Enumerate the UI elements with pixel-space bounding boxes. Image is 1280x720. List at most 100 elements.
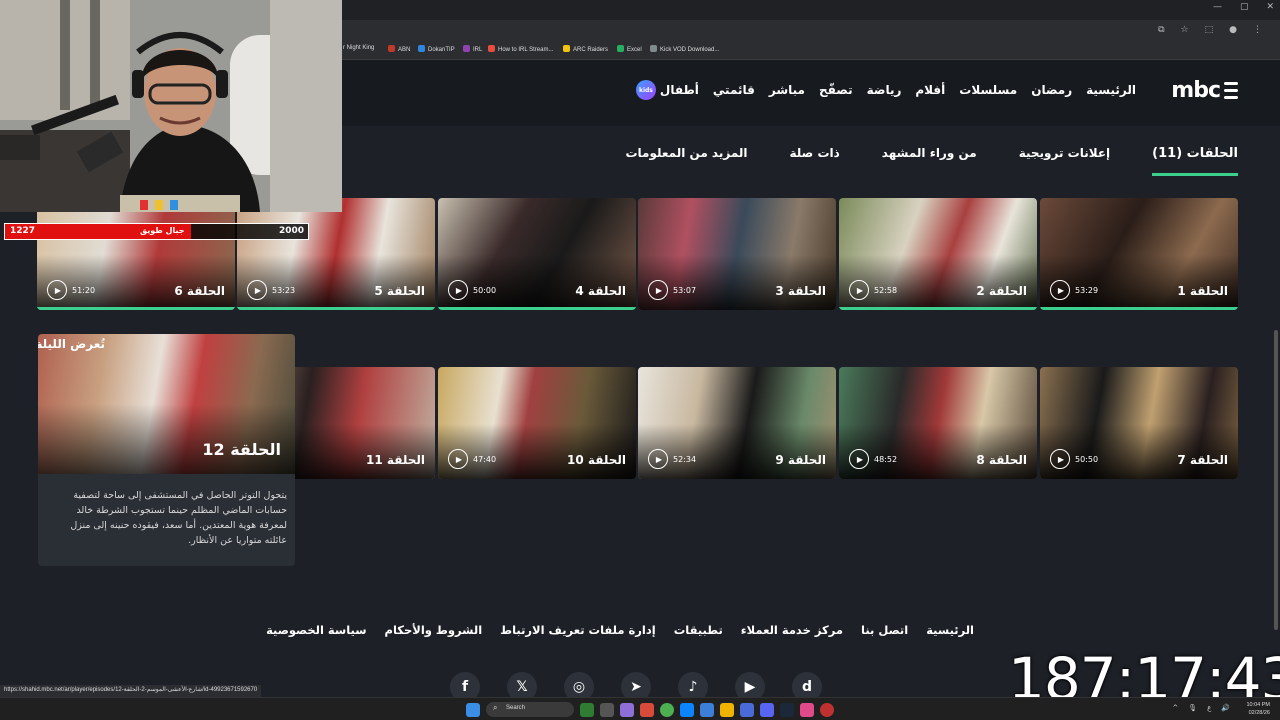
menu-icon[interactable]: ⋮ (1253, 25, 1262, 35)
play-icon[interactable]: ▶ (849, 280, 869, 300)
main-nav: الرئيسية رمضان مسلسلات أفلام رياضة تصفّح… (635, 80, 1136, 100)
featured-episode-card[interactable]: تُعرض الليلة الحلقة 12 يتحول التوتر الحا… (38, 334, 295, 566)
chrome-icon[interactable] (660, 702, 674, 717)
watch-progress (438, 307, 636, 310)
watch-progress (839, 307, 1037, 310)
episode-card[interactable]: الحلقة 3 ▶ 53:07 (638, 198, 836, 310)
nav-browse[interactable]: تصفّح (819, 83, 853, 97)
stream-goal-bar: 1227 جبال طويق 2000 (4, 223, 309, 240)
bookmark-item[interactable]: DokanTIP (418, 45, 455, 53)
episode-title: الحلقة 11 (366, 453, 425, 467)
episode-card[interactable]: الحلقة 10 ▶ 47:40 (438, 367, 636, 479)
footer-link-terms[interactable]: الشروط والأحكام (385, 623, 483, 637)
nav-series[interactable]: مسلسلات (959, 83, 1017, 97)
tab-behind-scenes[interactable]: من وراء المشهد (882, 146, 977, 176)
chevron-up-icon[interactable]: ^ (1172, 704, 1178, 712)
bookmark-item[interactable]: ABN (388, 45, 410, 53)
clock[interactable]: 10:04 PM 02/28/26 (1246, 701, 1270, 717)
play-icon[interactable]: ▶ (849, 449, 869, 469)
episode-duration: 50:00 (473, 286, 497, 295)
tab-promos[interactable]: إعلانات ترويجية (1019, 146, 1110, 176)
bookmark-item[interactable]: How to IRL Stream... (488, 45, 553, 53)
footer-link-home[interactable]: الرئيسية (926, 623, 974, 637)
extensions-icon[interactable]: ⬚ (1205, 25, 1214, 35)
episode-duration: 53:07 (673, 286, 697, 295)
maximize-icon[interactable]: ▢ (1240, 2, 1249, 12)
play-icon[interactable]: ▶ (1050, 449, 1070, 469)
footer-links: الرئيسية اتصل بنا مركز خدمة العملاء تطبي… (266, 623, 974, 637)
app-icon[interactable] (640, 702, 654, 717)
nav-kids-label: أطفال (659, 83, 699, 97)
watch-progress (37, 307, 235, 310)
taskbar-search[interactable]: Search (486, 702, 574, 717)
tab-episodes[interactable]: الحلقات (11) (1152, 146, 1238, 176)
cast-icon[interactable]: ⧉ (1158, 25, 1164, 35)
play-icon[interactable]: ▶ (47, 280, 67, 300)
footer-link-privacy[interactable]: سياسة الخصوصية (266, 623, 366, 637)
minimize-icon[interactable]: — (1213, 2, 1222, 12)
episode-card[interactable]: الحلقة 9 ▶ 52:34 (638, 367, 836, 479)
profile-icon[interactable]: ● (1229, 25, 1237, 35)
play-icon[interactable]: ▶ (648, 280, 668, 300)
episode-card[interactable]: الحلقة 6 ▶ 51:20 (37, 198, 235, 310)
goal-current-value: 1227 (10, 226, 36, 236)
episode-title: الحلقة 4 (575, 284, 626, 298)
play-icon[interactable]: ▶ (1050, 280, 1070, 300)
nav-live[interactable]: مباشر (769, 83, 805, 97)
play-icon[interactable]: ▶ (448, 449, 468, 469)
nav-kids[interactable]: kids أطفال (635, 80, 699, 100)
episode-card[interactable]: الحلقة 5 ▶ 53:23 (237, 198, 435, 310)
episode-card[interactable]: الحلقة 8 ▶ 48:52 (839, 367, 1037, 479)
play-icon[interactable]: ▶ (247, 280, 267, 300)
bookmark-item[interactable]: Kick VOD Download... (650, 45, 719, 53)
discord-icon[interactable] (760, 702, 774, 717)
episode-card[interactable]: الحلقة 4 ▶ 50:00 (438, 198, 636, 310)
footer-link-apps[interactable]: تطبيقات (674, 623, 723, 637)
logo-text: mbc (1171, 78, 1221, 103)
episode-title: الحلقة 10 (567, 453, 626, 467)
volume-icon[interactable]: 🔊 (1221, 704, 1230, 712)
tab-more-info[interactable]: المزيد من المعلومات (625, 146, 747, 176)
widget-icon[interactable] (580, 702, 594, 717)
watch-progress (237, 307, 435, 310)
content-tabs: الحلقات (11) إعلانات ترويجية من وراء الم… (625, 146, 1238, 176)
bookmark-item[interactable]: r Night King (343, 45, 374, 51)
nav-movies[interactable]: أفلام (915, 83, 945, 97)
close-icon[interactable]: ✕ (1266, 2, 1274, 12)
episode-title: الحلقة 5 (374, 284, 425, 298)
mic-icon[interactable]: 🎙 (1188, 704, 1197, 712)
system-tray: ^ 🎙 ع 🔊 (1172, 704, 1230, 712)
obs-icon[interactable] (820, 702, 834, 717)
star-icon[interactable]: ☆ (1181, 25, 1189, 35)
task-view-icon[interactable] (600, 702, 614, 717)
bookmark-item[interactable]: Excel (617, 45, 642, 53)
episode-card[interactable]: الحلقة 7 ▶ 50:50 (1040, 367, 1238, 479)
nav-home[interactable]: الرئيسية (1086, 83, 1136, 97)
footer-link-cookies[interactable]: إدارة ملفات تعريف الارتباط (500, 623, 656, 637)
edge-icon[interactable] (680, 702, 694, 717)
mbc-logo[interactable]: mbc (1171, 78, 1238, 103)
episode-duration: 53:23 (272, 286, 296, 295)
app-icon[interactable] (800, 702, 814, 717)
bookmark-item[interactable]: IRL (463, 45, 482, 53)
bookmark-item[interactable]: ARC Raiders (563, 45, 608, 53)
nav-sports[interactable]: رياضة (867, 83, 902, 97)
clock-time: 10:04 PM (1246, 702, 1270, 708)
tab-related[interactable]: ذات صلة (790, 146, 840, 176)
folder-icon[interactable] (720, 702, 734, 717)
nav-my-list[interactable]: قائمتي (713, 83, 755, 97)
play-icon[interactable]: ▶ (448, 280, 468, 300)
start-icon[interactable] (466, 702, 480, 717)
episode-card[interactable]: الحلقة 2 ▶ 52:58 (839, 198, 1037, 310)
store-icon[interactable] (700, 702, 714, 717)
episode-card[interactable]: الحلقة 1 ▶ 53:29 (1040, 198, 1238, 310)
footer-link-support[interactable]: مركز خدمة العملاء (741, 623, 843, 637)
footer-link-contact[interactable]: اتصل بنا (861, 623, 908, 637)
page-scrollbar[interactable] (1274, 330, 1278, 630)
steam-icon[interactable] (780, 702, 794, 717)
nav-ramadan[interactable]: رمضان (1031, 83, 1072, 97)
copilot-icon[interactable] (620, 702, 634, 717)
language-icon[interactable]: ع (1207, 704, 1211, 712)
outlook-icon[interactable] (740, 702, 754, 717)
play-icon[interactable]: ▶ (648, 449, 668, 469)
